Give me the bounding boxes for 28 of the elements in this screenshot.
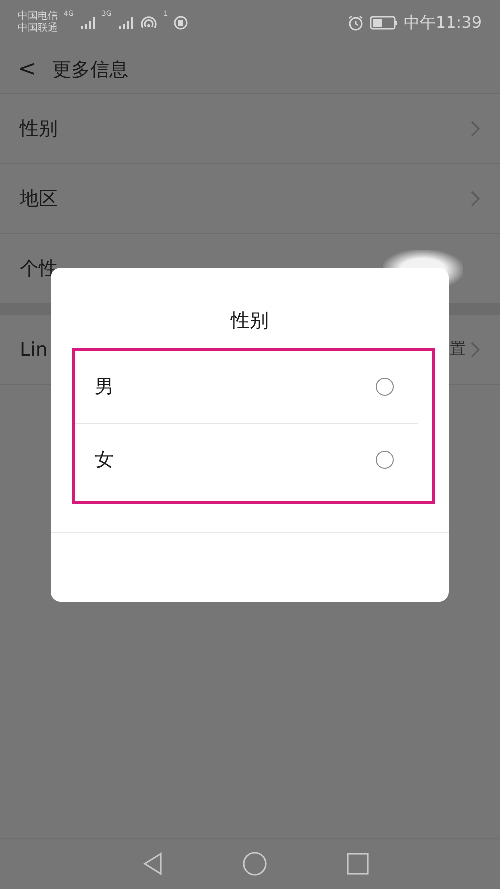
row-label: Lin (20, 338, 48, 360)
option-label: 男 (95, 375, 114, 400)
gender-option[interactable]: 男 (75, 351, 418, 424)
radio-button[interactable] (376, 378, 394, 396)
chevron-right-icon (470, 340, 480, 358)
row-label: 性别 (20, 116, 58, 142)
home-nav-icon[interactable] (243, 852, 267, 876)
battery-icon (370, 16, 398, 30)
chevron-right-icon (470, 120, 480, 138)
carrier-name: 中国联通 (18, 23, 58, 35)
gender-option[interactable]: 女 (75, 424, 418, 496)
row-value: 置 (450, 339, 466, 360)
recents-nav-icon[interactable] (347, 853, 369, 875)
hotspot-icon (140, 16, 158, 30)
carrier-name: 中国电信 (18, 11, 58, 22)
signal-icon (80, 16, 96, 30)
page-title: 更多信息 (52, 58, 128, 82)
dialog-title: 性别 (230, 309, 270, 334)
signal-icon (118, 16, 134, 30)
clock-time: 中午11:39 (404, 12, 482, 34)
alarm-icon (348, 15, 364, 31)
back-button[interactable]: < (18, 57, 36, 82)
row-label: 地区 (20, 186, 58, 212)
notification-icon (174, 16, 188, 30)
option-label: 女 (95, 448, 114, 473)
back-nav-icon[interactable] (143, 852, 163, 876)
radio-button[interactable] (376, 451, 394, 469)
chevron-right-icon (470, 190, 480, 208)
